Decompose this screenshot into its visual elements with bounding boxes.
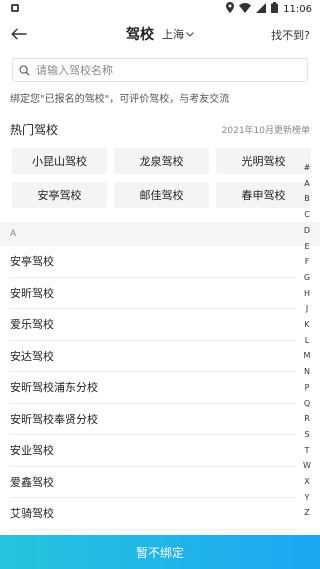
status-time: 11:06 <box>283 3 312 15</box>
hot-schools-title: 热门驾校 <box>10 123 59 137</box>
back-button[interactable] <box>8 24 30 44</box>
index-letter[interactable]: E <box>304 239 309 255</box>
index-letter[interactable]: Z <box>304 505 309 521</box>
school-list-item[interactable]: 艾骑驾校 <box>10 498 296 530</box>
index-letter[interactable]: A <box>304 176 309 192</box>
chevron-down-icon <box>186 31 194 37</box>
school-list-item[interactable]: 爱鑫驾校 <box>10 467 296 498</box>
index-letter[interactable]: H <box>304 286 310 302</box>
school-list: 安亭驾校 安昕驾校 爱乐驾校 安达驾校 安昕驾校浦东分校 安昕驾校奉贤分校 安业… <box>0 246 320 530</box>
hot-school-button[interactable]: 光明驾校 <box>216 148 311 174</box>
index-letter[interactable]: N <box>304 364 310 380</box>
school-list-item[interactable]: 安亭驾校 <box>10 246 296 278</box>
app-notification-icon <box>10 3 20 16</box>
school-list-item[interactable]: 安业驾校 <box>10 435 296 467</box>
page-title: 驾校 <box>126 27 154 43</box>
index-letter[interactable]: # <box>304 160 311 176</box>
hot-school-button[interactable]: 安亭驾校 <box>12 182 107 208</box>
index-letter[interactable]: B <box>304 191 310 207</box>
search-box[interactable] <box>12 58 308 82</box>
hot-school-button[interactable]: 小昆山驾校 <box>12 148 107 174</box>
index-letter[interactable]: J <box>306 301 308 317</box>
index-letter[interactable]: R <box>304 411 310 427</box>
hot-update-note: 2021年10月更新榜单 <box>221 126 310 136</box>
school-list-item[interactable]: 安昕驾校 <box>10 278 296 309</box>
search-input[interactable] <box>36 63 286 77</box>
status-bar: 11:06 <box>0 0 320 18</box>
hot-school-button[interactable]: 邮佳驾校 <box>114 182 209 208</box>
hot-school-button[interactable]: 春申驾校 <box>216 182 311 208</box>
city-label: 上海 <box>162 28 184 41</box>
hot-school-button[interactable]: 龙泉驾校 <box>114 148 209 174</box>
not-found-link[interactable]: 找不到? <box>271 27 310 43</box>
index-letter[interactable]: X <box>304 474 309 490</box>
index-letter[interactable]: G <box>304 270 310 286</box>
index-letter[interactable]: T <box>305 443 310 459</box>
city-selector[interactable]: 上海 <box>162 26 194 42</box>
hot-schools-grid: 小昆山驾校 龙泉驾校 光明驾校 安亭驾校 邮佳驾校 春申驾校 <box>12 148 320 208</box>
index-letter[interactable]: Y <box>305 490 310 506</box>
school-list-item[interactable]: 安昕驾校浦东分校 <box>10 372 296 404</box>
index-letter[interactable]: M <box>304 348 311 364</box>
index-letter[interactable]: C <box>304 207 310 223</box>
alphabet-index[interactable]: # A B C D E F G H J K L M N P Q R S T W … <box>300 160 314 521</box>
back-arrow-icon <box>11 28 27 40</box>
index-letter[interactable]: F <box>305 254 310 270</box>
location-icon <box>226 2 235 16</box>
school-list-item[interactable]: 安达驾校 <box>10 341 296 372</box>
school-list-item[interactable]: 爱乐驾校 <box>10 309 296 341</box>
index-letter[interactable]: W <box>303 458 311 474</box>
index-letter[interactable]: L <box>305 333 309 349</box>
index-letter[interactable]: D <box>304 223 310 239</box>
wifi-icon <box>239 2 252 16</box>
nav-bar: 驾校 上海 找不到? <box>0 18 320 50</box>
search-icon <box>19 64 30 76</box>
index-letter[interactable]: S <box>304 427 309 443</box>
index-letter[interactable]: K <box>304 317 309 333</box>
hot-schools-header: 热门驾校 2021年10月更新榜单 <box>10 121 310 138</box>
signal-icon <box>256 2 267 16</box>
battery-icon <box>271 2 279 16</box>
skip-binding-button[interactable]: 暂不绑定 <box>0 535 320 569</box>
school-list-item[interactable]: 安昕驾校奉贤分校 <box>10 404 296 435</box>
section-header-a: A <box>0 222 320 246</box>
index-letter[interactable]: P <box>305 380 310 396</box>
index-letter[interactable]: Q <box>304 396 310 412</box>
bind-hint-text: 绑定您"已报名的驾校"，可评价驾校，与考友交流 <box>10 94 230 105</box>
